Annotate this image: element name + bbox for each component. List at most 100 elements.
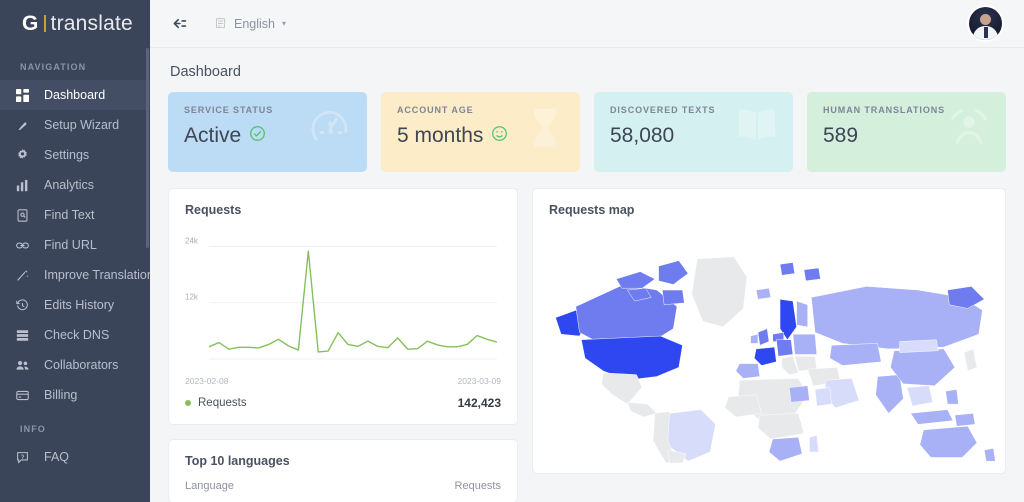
chart-x-range: 2023-02-08 2023-03-09 xyxy=(169,375,517,386)
map-country[interactable] xyxy=(735,363,761,379)
flag-icon xyxy=(214,17,227,30)
requests-line-chart[interactable]: 12k 24k xyxy=(183,225,503,375)
stat-card-value-row: 58,080 xyxy=(610,124,777,148)
sidebar-scrollbar[interactable] xyxy=(146,48,149,248)
sidebar-item-label: Find Text xyxy=(44,208,95,222)
gear-icon xyxy=(16,148,38,162)
magic-wand-icon xyxy=(16,269,38,282)
map-country[interactable] xyxy=(658,260,689,285)
sidebar-item-billing[interactable]: Billing xyxy=(0,380,150,410)
users-icon xyxy=(16,359,38,372)
map-country[interactable] xyxy=(750,333,759,344)
legend-total-value: 142,423 xyxy=(457,396,501,410)
sidebar-item-improve-translations[interactable]: Improve Translations xyxy=(0,260,150,290)
stat-card-value: 589 xyxy=(823,124,859,147)
avatar-tie xyxy=(983,27,988,38)
map-country[interactable] xyxy=(963,348,978,372)
map-country[interactable] xyxy=(945,389,959,405)
map-country[interactable] xyxy=(954,413,976,427)
sidebar-item-label: Edits History xyxy=(44,298,115,312)
map-country[interactable] xyxy=(755,287,772,300)
map-country[interactable] xyxy=(575,284,678,346)
sidebar-item-label: Setup Wizard xyxy=(44,118,120,132)
dashboard-page: G translate NAVIGATION Dashboard Setup W… xyxy=(0,0,1024,502)
right-column: Requests map xyxy=(532,188,1006,502)
stat-card-caption: DISCOVERED TEXTS xyxy=(610,105,716,115)
map-country[interactable] xyxy=(803,267,821,282)
world-map[interactable] xyxy=(533,221,1005,473)
map-country[interactable] xyxy=(724,394,762,418)
sidebar-item-label: Improve Translations xyxy=(44,268,150,282)
map-country[interactable] xyxy=(829,343,882,366)
requests-panel: Requests 12k 24k 2023-02-08 2023-03-09 R… xyxy=(168,188,518,425)
map-country[interactable] xyxy=(626,402,658,418)
smiley-icon xyxy=(491,124,508,148)
map-country[interactable] xyxy=(809,435,819,453)
map-country[interactable] xyxy=(796,300,808,328)
grid-icon xyxy=(16,88,38,102)
map-country[interactable] xyxy=(757,328,770,346)
stat-card-value-row: 5 months xyxy=(397,124,564,148)
document-icon xyxy=(16,208,38,222)
map-country[interactable] xyxy=(910,409,954,425)
stat-card-account-age: ACCOUNT AGE 5 months xyxy=(381,92,580,172)
stat-card-value: 5 months xyxy=(397,124,484,147)
requests-map-title: Requests map xyxy=(549,203,635,217)
map-country[interactable] xyxy=(919,425,978,458)
sidebar-item-analytics[interactable]: Analytics xyxy=(0,170,150,200)
sidebar-item-label: FAQ xyxy=(44,450,70,464)
map-country[interactable] xyxy=(906,385,934,407)
chart-y-tick-labels: 12k 24k xyxy=(185,236,199,301)
sidebar-item-label: Find URL xyxy=(44,238,97,252)
map-country[interactable] xyxy=(615,271,656,289)
chart-x-end: 2023-03-09 xyxy=(457,376,501,386)
top-languages-table-header: Language Requests xyxy=(169,472,517,502)
map-country[interactable] xyxy=(947,286,985,309)
map-country[interactable] xyxy=(581,335,683,381)
map-country[interactable] xyxy=(776,339,794,357)
map-country[interactable] xyxy=(757,413,805,440)
top-languages-title: Top 10 languages xyxy=(185,454,290,468)
sidebar-item-find-text[interactable]: Find Text xyxy=(0,200,150,230)
requests-chart[interactable]: 12k 24k xyxy=(169,221,517,375)
avatar-head xyxy=(980,14,991,25)
stat-card-human-translations: HUMAN TRANSLATIONS 589 xyxy=(807,92,1006,172)
map-country[interactable] xyxy=(662,289,685,306)
sidebar-item-faq[interactable]: FAQ xyxy=(0,442,150,472)
content: SERVICE STATUS Active ACCOUNT AGE 5 mont… xyxy=(150,92,1024,502)
map-country[interactable] xyxy=(814,387,832,407)
world-map-svg[interactable] xyxy=(539,223,999,473)
avatar[interactable] xyxy=(969,7,1002,40)
sidebar-item-setup-wizard[interactable]: Setup Wizard xyxy=(0,110,150,140)
language-selector[interactable]: English ▾ xyxy=(214,17,286,31)
map-country[interactable] xyxy=(792,333,818,355)
map-country[interactable] xyxy=(754,346,777,366)
stat-card-value-row: Active xyxy=(184,124,351,148)
legend-label: Requests xyxy=(198,397,247,409)
map-country[interactable] xyxy=(691,256,748,328)
sidebar-item-collaborators[interactable]: Collaborators xyxy=(0,350,150,380)
card-icon xyxy=(16,389,38,402)
map-country[interactable] xyxy=(788,385,810,403)
wand-icon xyxy=(16,119,38,132)
column-header-requests: Requests xyxy=(454,480,501,492)
sidebar: G translate NAVIGATION Dashboard Setup W… xyxy=(0,0,150,502)
map-country[interactable] xyxy=(601,372,643,405)
map-country[interactable] xyxy=(875,374,904,414)
link-icon xyxy=(16,239,38,252)
chevron-down-icon: ▾ xyxy=(282,19,287,28)
page-title: Dashboard xyxy=(150,48,1024,92)
topbar: English ▾ xyxy=(150,0,1024,48)
map-country[interactable] xyxy=(768,436,803,462)
collapse-sidebar-button[interactable] xyxy=(168,13,190,35)
sidebar-item-dashboard[interactable]: Dashboard xyxy=(0,80,150,110)
sidebar-item-find-url[interactable]: Find URL xyxy=(0,230,150,260)
logo[interactable]: G translate xyxy=(0,0,150,48)
legend-item[interactable]: Requests xyxy=(185,397,247,409)
map-country[interactable] xyxy=(899,339,939,353)
map-country[interactable] xyxy=(984,448,996,462)
sidebar-item-check-dns[interactable]: Check DNS xyxy=(0,320,150,350)
sidebar-item-settings[interactable]: Settings xyxy=(0,140,150,170)
sidebar-item-edits-history[interactable]: Edits History xyxy=(0,290,150,320)
map-country[interactable] xyxy=(779,262,796,276)
